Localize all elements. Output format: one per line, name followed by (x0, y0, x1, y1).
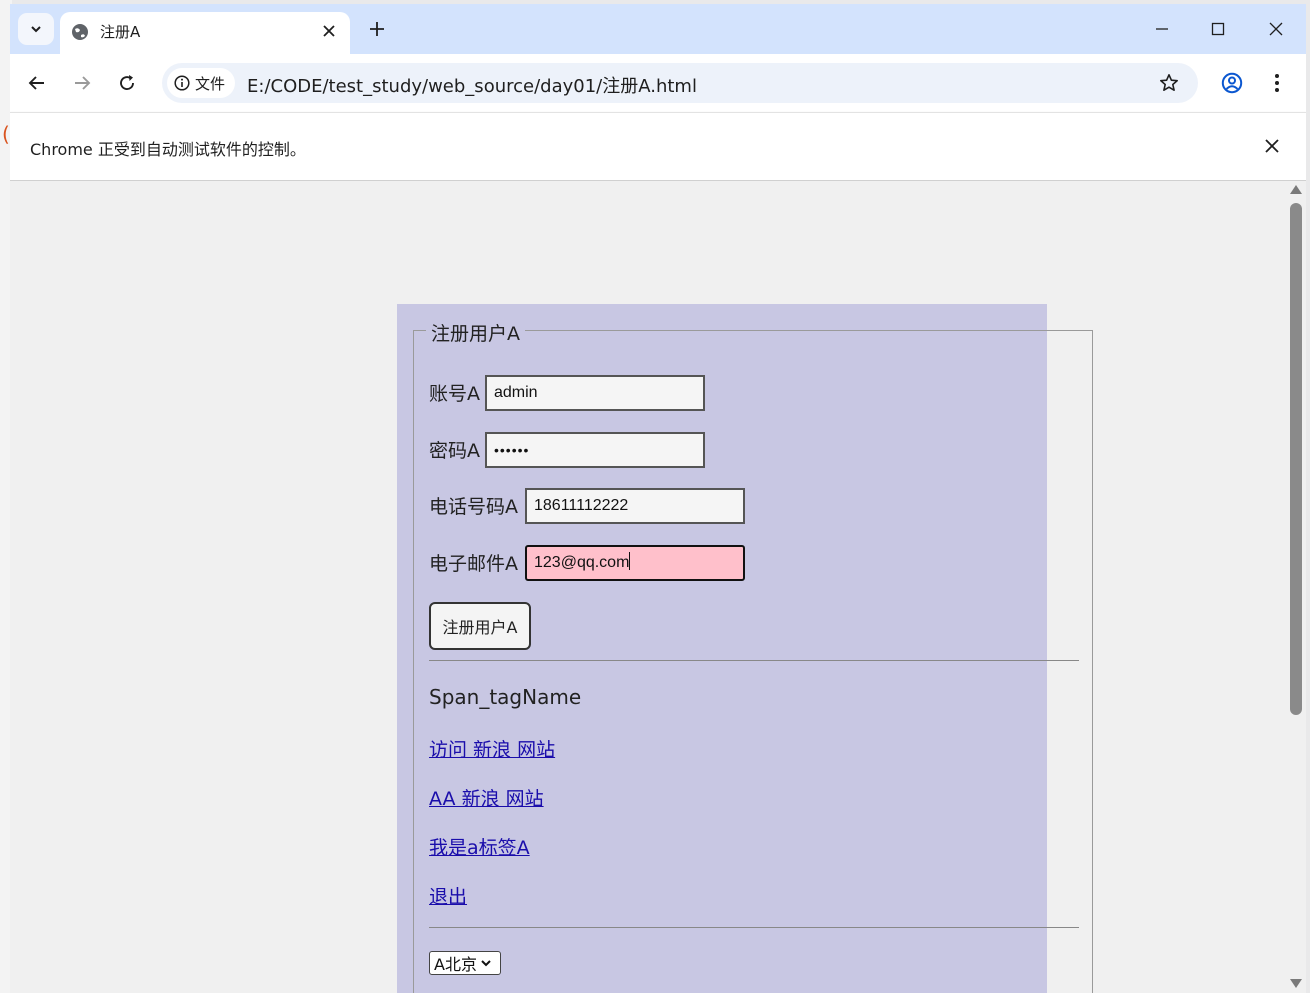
more-vertical-icon (1275, 74, 1279, 92)
reload-icon (120, 75, 134, 90)
close-icon (323, 25, 335, 37)
back-button[interactable] (23, 69, 51, 97)
infobar-message: Chrome 正受到自动测试软件的控制。 (30, 140, 306, 159)
maximize-icon (1211, 22, 1225, 36)
email-input[interactable]: 123@qq.com (525, 545, 745, 581)
browser-toolbar: 文件 E:/CODE/test_study/web_source/day01/注… (10, 54, 1306, 112)
link-aa-sina[interactable]: AA 新浪 网站 (429, 784, 544, 811)
background-window-glyph: ( (2, 122, 10, 146)
arrow-left-icon (28, 76, 44, 90)
browser-window: 注册A 文件 E:/CODE/test_study/web_source/day… (10, 4, 1306, 993)
automation-infobar: Chrome 正受到自动测试软件的控制。 (10, 112, 1306, 181)
password-input[interactable]: •••••• (485, 432, 705, 468)
profile-button[interactable] (1218, 69, 1246, 97)
plus-icon (370, 22, 384, 36)
url-text[interactable]: E:/CODE/test_study/web_source/day01/注册A.… (247, 72, 697, 98)
link-a-tag[interactable]: 我是a标签A (429, 833, 530, 860)
email-label: 电子邮件A (429, 553, 518, 575)
site-info-chip[interactable]: 文件 (167, 68, 235, 98)
minimize-button[interactable] (1149, 16, 1175, 42)
divider (429, 660, 1079, 661)
address-bar[interactable]: 文件 E:/CODE/test_study/web_source/day01/注… (162, 63, 1198, 103)
window-close-button[interactable] (1263, 16, 1289, 42)
city-select-value: A北京 (434, 955, 477, 974)
fieldset-legend: 注册用户A (426, 319, 525, 346)
email-value: 123@qq.com (534, 554, 630, 571)
chevron-down-icon (481, 960, 491, 967)
tab-close-button[interactable] (318, 20, 340, 42)
page-viewport: 注册用户A 账号A admin 密码A •••••• 电话号码A 1861111… (10, 181, 1286, 993)
title-bar: 注册A (10, 4, 1306, 54)
profile-icon (1221, 72, 1243, 94)
close-icon (1269, 22, 1283, 36)
tab-search-button[interactable] (18, 13, 54, 45)
account-input[interactable]: admin (485, 375, 705, 411)
password-label: 密码A (429, 440, 480, 462)
register-button[interactable]: 注册用户A (429, 602, 531, 650)
divider (429, 927, 1079, 928)
star-icon (1160, 74, 1178, 91)
maximize-button[interactable] (1205, 16, 1231, 42)
menu-button[interactable] (1263, 69, 1291, 97)
chevron-down-icon (31, 26, 41, 33)
bookmark-button[interactable] (1157, 71, 1181, 95)
arrow-right-icon (75, 76, 91, 90)
account-label: 账号A (429, 383, 480, 405)
tab-active[interactable]: 注册A (60, 12, 350, 54)
scroll-up-arrow[interactable] (1290, 185, 1302, 194)
globe-icon (72, 24, 88, 40)
city-select[interactable]: A北京 (429, 951, 501, 975)
link-logout[interactable]: 退出 (429, 882, 467, 909)
span-tagname-text: Span_tagName (429, 685, 582, 709)
forward-button[interactable] (68, 69, 96, 97)
vertical-scrollbar[interactable] (1286, 181, 1306, 993)
link-visit-sina[interactable]: 访问 新浪 网站 (429, 735, 555, 762)
reload-button[interactable] (113, 69, 141, 97)
scrollbar-thumb[interactable] (1290, 203, 1302, 715)
phone-input[interactable]: 18611112222 (525, 488, 745, 524)
close-icon (1265, 139, 1279, 153)
register-fieldset (413, 330, 1093, 993)
scroll-down-arrow[interactable] (1290, 979, 1302, 988)
infobar-close-button[interactable] (1260, 134, 1284, 158)
minimize-icon (1156, 28, 1168, 30)
site-info-label: 文件 (195, 74, 226, 93)
info-icon (174, 75, 190, 91)
text-caret (629, 552, 631, 570)
phone-label: 电话号码A (429, 496, 518, 518)
tab-title: 注册A (100, 23, 141, 41)
new-tab-button[interactable] (365, 17, 389, 41)
